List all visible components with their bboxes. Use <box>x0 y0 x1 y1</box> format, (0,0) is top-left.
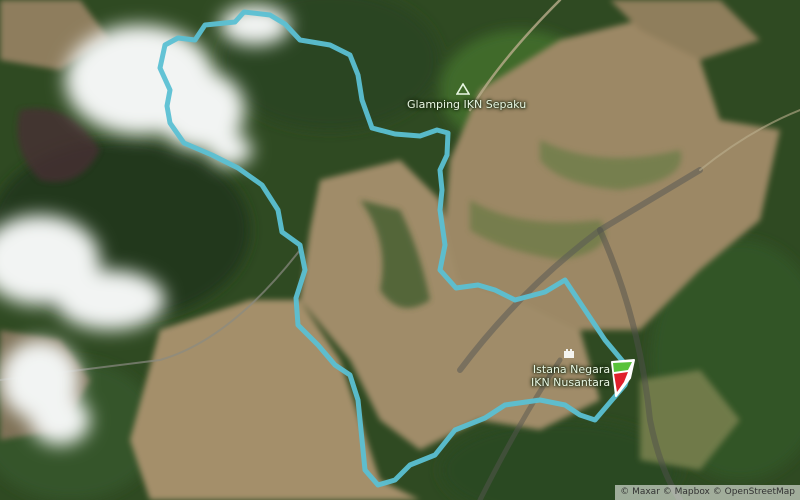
glamping-label[interactable]: Glamping IKN Sepaku <box>407 98 526 111</box>
istana-label-line2: IKN Nusantara <box>531 376 611 389</box>
landmark-castle-icon[interactable] <box>563 347 575 359</box>
map-canvas[interactable]: Glamping IKN Sepaku Istana Negara IKN Nu… <box>0 0 800 500</box>
map-attribution[interactable]: © Maxar © Mapbox © OpenStreetMap <box>615 485 800 500</box>
start-finish-flag-marker-icon[interactable] <box>608 358 640 398</box>
campsite-triangle-icon[interactable] <box>456 83 470 95</box>
istana-label[interactable]: Istana Negara IKN Nusantara <box>531 363 610 389</box>
istana-label-line1: Istana Negara <box>532 363 611 376</box>
satellite-imagery <box>0 0 800 500</box>
